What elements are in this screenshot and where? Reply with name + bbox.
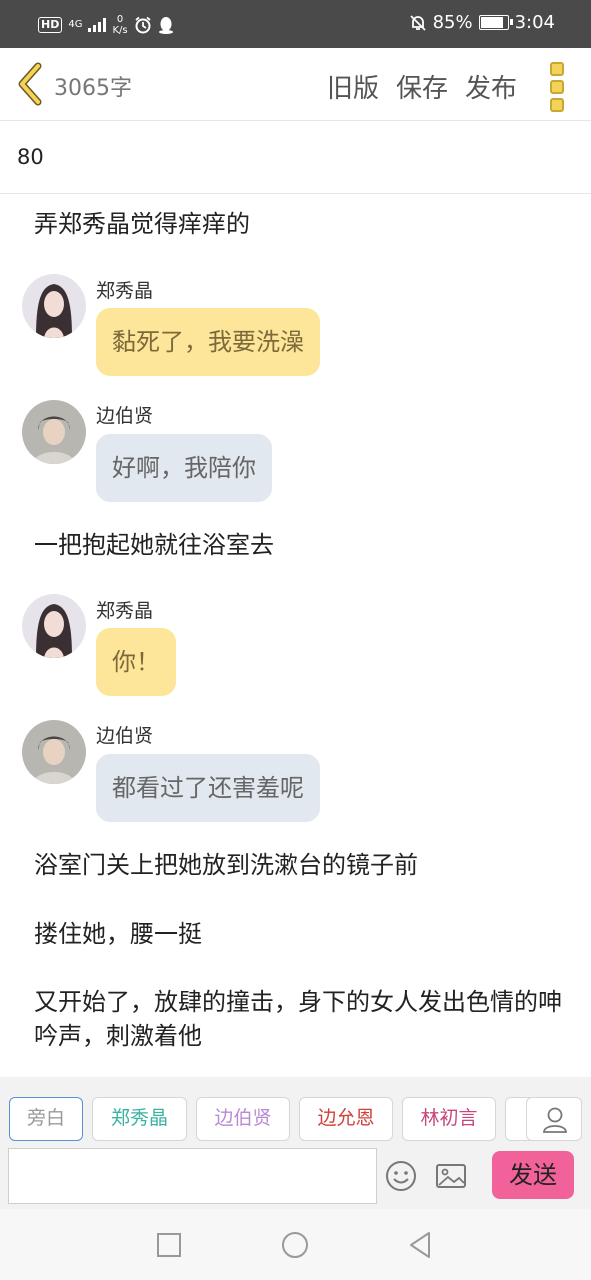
role-chip-bian-boxian[interactable]: 边伯贤 <box>196 1097 290 1141</box>
avatar-zheng[interactable] <box>22 274 86 338</box>
narration-text: 弄郑秀晶觉得痒痒的 <box>34 210 250 238</box>
system-nav-bar <box>0 1209 591 1280</box>
menu-dots-icon[interactable] <box>550 62 566 112</box>
chapter-title-row[interactable]: 80 <box>0 121 591 194</box>
chat-bubble[interactable]: 好啊，我陪你 <box>96 434 272 502</box>
speaker-name: 边伯贤 <box>96 405 154 427</box>
narration-text: 浴室门关上把她放到洗漱台的镜子前 <box>34 851 418 879</box>
editor-toolbar: 3065字 旧版 保存 发布 <box>0 48 591 121</box>
avatar-bian[interactable] <box>22 400 86 464</box>
speed-unit: K/s <box>112 25 128 36</box>
avatar-zheng[interactable] <box>22 594 86 658</box>
emoji-button[interactable] <box>384 1159 418 1193</box>
narration-text: 一把抱起她就往浴室去 <box>34 531 274 559</box>
chat-bubble[interactable]: 都看过了还害羞呢 <box>96 754 320 822</box>
triangle-back-icon <box>410 1232 430 1258</box>
emoji-icon <box>386 1161 416 1191</box>
status-right: 85% 3:04 <box>409 12 555 33</box>
send-button[interactable]: 发送 <box>492 1151 574 1199</box>
narration-text: 搂住她，腰一挺 <box>34 920 202 948</box>
back-button[interactable] <box>14 62 50 106</box>
avatar-bian-image <box>22 720 86 784</box>
image-icon <box>436 1164 466 1188</box>
square-icon <box>157 1233 181 1257</box>
save-button[interactable]: 保存 <box>396 68 448 105</box>
status-bar: HD 4G 0 K/s 85% 3:04 <box>0 0 591 48</box>
chat-bubble[interactable]: 你！ <box>96 628 176 696</box>
publish-button[interactable]: 发布 <box>465 68 517 105</box>
chat-bubble[interactable]: 黏死了，我要洗澡 <box>96 308 320 376</box>
chapter-title: 80 <box>17 145 44 169</box>
back-chevron-icon <box>18 62 42 106</box>
message-input[interactable] <box>8 1148 377 1204</box>
speaker-name: 郑秀晶 <box>96 600 154 622</box>
hd-badge: HD <box>38 17 63 33</box>
speaker-name: 郑秀晶 <box>96 280 154 302</box>
clock: 3:04 <box>514 12 555 33</box>
speaker-name: 边伯贤 <box>96 725 154 747</box>
old-version-button[interactable]: 旧版 <box>327 68 379 105</box>
avatar-bian-image <box>22 400 86 464</box>
circle-icon <box>282 1232 308 1258</box>
network-speed: 0 K/s <box>112 14 127 36</box>
alarm-icon <box>135 16 151 34</box>
word-count: 3065字 <box>54 76 132 101</box>
narration-text: 又开始了，放肆的撞击，身下的女人发出色情的呻吟声，刺激着他 <box>34 988 562 1050</box>
back-nav-button[interactable] <box>405 1229 437 1261</box>
avatar-zheng-image <box>22 594 86 658</box>
user-icon <box>543 1107 567 1133</box>
user-button[interactable] <box>526 1097 582 1141</box>
qq-icon <box>158 17 173 34</box>
role-chip-zheng[interactable]: 郑秀晶 <box>92 1097 187 1141</box>
battery-percent: 85% <box>432 12 473 33</box>
status-left: HD 4G 0 K/s <box>38 14 174 36</box>
role-chip-bian-yunen[interactable]: 边允恩 <box>299 1097 393 1141</box>
home-button[interactable] <box>279 1229 311 1261</box>
composer-panel: 旁白 郑秀晶 边伯贤 边允恩 林初言 发送 <box>0 1077 591 1209</box>
battery-icon <box>478 15 513 30</box>
signal-icon <box>88 18 107 32</box>
recent-apps-button[interactable] <box>153 1229 185 1261</box>
avatar-bian[interactable] <box>22 720 86 784</box>
role-chip-lin[interactable]: 林初言 <box>402 1097 496 1141</box>
network-type: 4G <box>68 19 83 30</box>
role-chip-narrator[interactable]: 旁白 <box>9 1097 83 1141</box>
avatar-zheng-image <box>22 274 86 338</box>
speed-value: 0 <box>116 14 124 25</box>
mute-bell-icon <box>409 14 426 31</box>
image-button[interactable] <box>434 1159 468 1193</box>
